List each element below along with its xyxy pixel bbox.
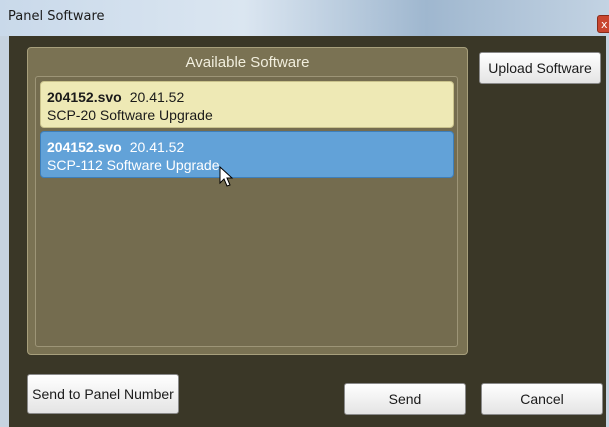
close-icon[interactable]: x [597,15,609,33]
window-frame-left [0,36,9,427]
send-button[interactable]: Send [344,383,466,415]
software-version: 20.41.52 [129,89,185,105]
software-version: 20.41.52 [129,139,185,155]
panel-title: Available Software [185,54,310,71]
software-file-name: 204152.svo [47,89,122,105]
software-file-name: 204152.svo [47,139,122,155]
software-description: SCP-112 Software Upgrade [47,157,220,173]
software-list-item-selected[interactable]: 204152.svo 20.41.52 SCP-112 Software Upgr… [40,131,454,178]
panel-software-window: Panel Software x Available Software 2041… [0,0,609,427]
cancel-button[interactable]: Cancel [481,383,603,415]
software-list[interactable]: 204152.svo 20.41.52 SCP-20 Software Upgra… [35,76,458,347]
title-bar[interactable]: Panel Software x [0,0,609,36]
window-title: Panel Software [8,9,105,24]
software-description: SCP-20 Software Upgrade [47,107,213,123]
upload-software-button[interactable]: Upload Software [479,52,601,84]
mouse-pointer-icon [219,166,234,187]
software-list-item[interactable]: 204152.svo 20.41.52 SCP-20 Software Upgra… [40,81,454,128]
available-software-panel: Available Software 204152.svo 20.41.52 SC… [27,47,468,355]
send-to-panel-number-button[interactable]: Send to Panel Number [27,374,179,414]
